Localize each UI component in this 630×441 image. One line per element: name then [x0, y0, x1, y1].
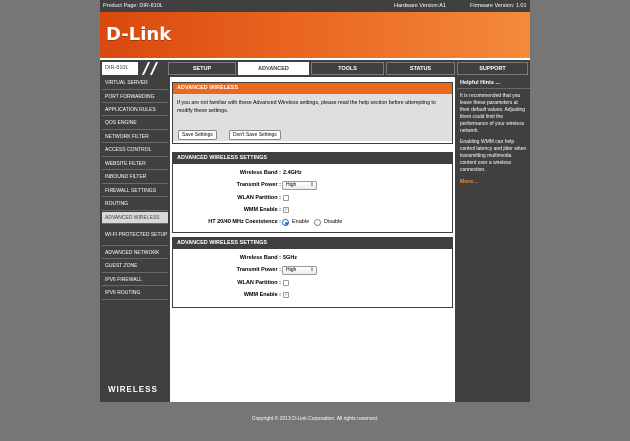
product-page-link[interactable]: Product Page: DIR-810L	[103, 0, 163, 12]
settings-panel-24ghz: ADVANCED WIRELESS SETTINGS Wireless Band…	[172, 152, 453, 233]
transmit-power-row: Transmit Power : High ⇕	[173, 180, 454, 191]
hints-paragraph: Enabling WMM can help control latency an…	[460, 139, 527, 173]
sidebar-item-website-filter[interactable]: WEBSITE FILTER	[102, 158, 168, 170]
wlan-partition-row: WLAN Partition :	[173, 278, 454, 289]
tab-status[interactable]: STATUS	[386, 62, 455, 75]
dlink-logo: D-Link	[106, 24, 172, 45]
wmm-enable-label: WMM Enable :	[243, 207, 281, 213]
settings-panel-5ghz: ADVANCED WIRELESS SETTINGS Wireless Band…	[172, 237, 453, 308]
helpful-hints-panel: Helpful Hints ... It is recommended that…	[457, 77, 530, 402]
sidebar-item-access-control[interactable]: ACCESS CONTROL	[102, 144, 168, 157]
main-content: ADVANCED WIRELESS If you are not familia…	[170, 77, 455, 402]
brand-header: D-Link	[100, 12, 530, 60]
top-nav: DIR-810L SETUP ADVANCED TOOLS STATUS SUP…	[100, 61, 530, 76]
wmm-enable-label: WMM Enable :	[243, 292, 281, 298]
wlan-partition-row: WLAN Partition :	[173, 193, 454, 204]
wlan-partition-label: WLAN Partition :	[237, 280, 281, 286]
sidebar-item-qos-engine[interactable]: QOS ENGINE	[102, 117, 168, 130]
router-admin-frame: Product Page: DIR-810L Hardware Version:…	[100, 0, 530, 402]
wlan-partition-checkbox[interactable]	[283, 280, 289, 286]
tab-advanced[interactable]: ADVANCED	[238, 62, 309, 75]
sidebar-item-routing[interactable]: ROUTING	[102, 198, 168, 211]
wmm-enable-row: WMM Enable : ✓	[173, 290, 454, 301]
transmit-power-label: Transmit Power :	[236, 267, 281, 273]
hints-title: Helpful Hints ...	[457, 77, 530, 89]
firmware-version: Firmware Version: 1.01	[470, 3, 527, 9]
transmit-power-select[interactable]: High ⇕	[282, 266, 317, 275]
select-caret-icon: ⇕	[309, 267, 314, 273]
intro-title: ADVANCED WIRELESS	[173, 83, 452, 94]
sidebar-item-network-filter[interactable]: NETWORK FILTER	[102, 131, 168, 143]
wlan-partition-checkbox[interactable]	[283, 195, 289, 201]
tab-tools[interactable]: TOOLS	[311, 62, 384, 75]
wireless-band-row: Wireless Band : 5GHz	[173, 253, 454, 264]
sidebar-item-inbound-filter[interactable]: INBOUND FILTER	[102, 171, 168, 184]
wmm-enable-checkbox[interactable]: ✓	[283, 292, 289, 298]
section-title: ADVANCED WIRELESS SETTINGS	[173, 153, 452, 164]
transmit-power-value: High	[286, 267, 297, 273]
sidebar-item-wifi-protected-setup[interactable]: WI-FI PROTECTED SETUP	[102, 225, 168, 246]
wlan-partition-label: WLAN Partition :	[237, 195, 281, 201]
sidebar-item-ipv6-firewall[interactable]: IPV6 FIREWALL	[102, 274, 168, 286]
sidebar-item-virtual-server[interactable]: VIRTUAL SERVER	[102, 77, 168, 90]
slashes-decoration	[139, 62, 165, 75]
hardware-version: Hardware Version:A1	[394, 3, 446, 9]
tab-setup[interactable]: SETUP	[168, 62, 236, 75]
sidebar-item-ipv6-routing[interactable]: IPV6 ROUTING	[102, 287, 168, 300]
select-caret-icon: ⇕	[309, 182, 314, 188]
coexistence-disable-label: Disable	[324, 219, 343, 225]
model-label: DIR-810L	[102, 62, 138, 75]
wireless-band-value: 2.4GHz	[283, 170, 302, 176]
copyright-footer: Copyright © 2013 D-Link Corporation. All…	[251, 416, 379, 422]
save-settings-button[interactable]: Save Settings	[178, 130, 217, 140]
section-title: ADVANCED WIRELESS SETTINGS	[173, 238, 452, 249]
coexistence-enable-label: Enable	[292, 219, 310, 225]
intro-text: If you are not familiar with these Advan…	[177, 100, 436, 114]
wireless-band-row: Wireless Band : 2.4GHz	[173, 168, 454, 179]
coexistence-enable-radio[interactable]	[282, 219, 289, 226]
transmit-power-label: Transmit Power :	[236, 182, 281, 188]
wireless-logo: WIRELESS	[108, 385, 158, 394]
coexistence-row: HT 20/40 MHz Coexistence : Enable Disabl…	[173, 217, 454, 228]
wmm-enable-row: WMM Enable : ✓	[173, 205, 454, 216]
wmm-enable-checkbox[interactable]: ✓	[283, 207, 289, 213]
transmit-power-select[interactable]: High ⇕	[282, 181, 317, 190]
coexistence-label: HT 20/40 MHz Coexistence :	[208, 219, 281, 225]
transmit-power-value: High	[286, 182, 297, 188]
tab-support[interactable]: SUPPORT	[457, 62, 528, 75]
wireless-band-label: Wireless Band :	[239, 170, 281, 176]
transmit-power-row: Transmit Power : High ⇕	[173, 265, 454, 276]
intro-panel: ADVANCED WIRELESS If you are not familia…	[172, 82, 453, 144]
sidebar-item-application-rules[interactable]: APPLICATION RULES	[102, 104, 168, 116]
dont-save-settings-button[interactable]: Don't Save Settings	[229, 130, 281, 140]
info-bar: Product Page: DIR-810L Hardware Version:…	[100, 0, 530, 12]
sidebar-item-advanced-wireless[interactable]: ADVANCED WIRELESS	[102, 212, 168, 224]
hints-paragraph: It is recommended that you leave these p…	[460, 93, 526, 134]
sidebar-item-guest-zone[interactable]: GUEST ZONE	[102, 260, 168, 273]
sidebar: VIRTUAL SERVER PORT FORWARDING APPLICATI…	[100, 77, 168, 402]
wireless-band-label: Wireless Band :	[239, 255, 281, 261]
sidebar-item-advanced-network[interactable]: ADVANCED NETWORK	[102, 247, 168, 259]
wireless-band-value: 5GHz	[283, 255, 298, 261]
coexistence-disable-radio[interactable]	[314, 219, 321, 226]
sidebar-item-firewall-settings[interactable]: FIREWALL SETTINGS	[102, 185, 168, 197]
sidebar-item-port-forwarding[interactable]: PORT FORWARDING	[102, 91, 168, 103]
hints-more-link[interactable]: More...	[457, 179, 530, 185]
